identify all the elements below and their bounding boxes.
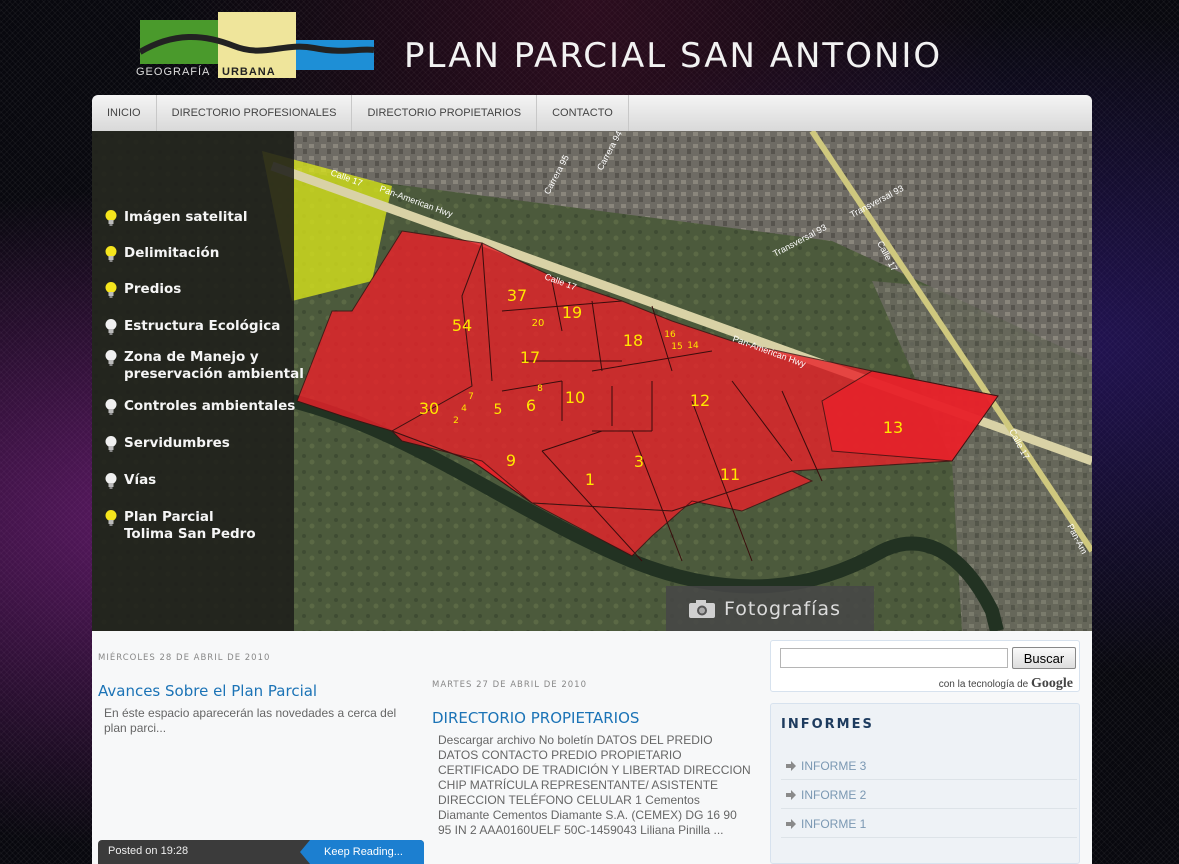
lightbulb-icon	[105, 510, 117, 526]
parcel-number: 2	[453, 416, 459, 426]
post-excerpt: En éste espacio aparecerán las novedades…	[104, 706, 397, 735]
google-logo: Google	[1031, 676, 1073, 691]
nav-inicio[interactable]: INICIO	[92, 95, 157, 131]
informe-link[interactable]: INFORME 2	[781, 781, 1077, 809]
post-footer-bar: Posted on 19:28 Keep Reading...	[98, 840, 424, 864]
parcel-number: 16	[664, 330, 676, 340]
photos-label: Fotografías	[724, 597, 841, 620]
post-2: martes 27 de abril de 2010 DIRECTORIO PR…	[432, 680, 752, 838]
map-menu-label: Delimitación	[124, 245, 220, 261]
informes-title: INFORMES	[781, 717, 874, 732]
map-menu-item[interactable]: Controles ambientales	[104, 398, 295, 416]
parcel-number: 1	[585, 470, 595, 489]
parcel-number: 9	[506, 451, 516, 470]
site-title: PLAN PARCIAL SAN ANTONIO	[404, 36, 943, 76]
post-date: martes 27 de abril de 2010	[432, 680, 587, 690]
post-1: miércoles 28 de abril de 2010 Avances So…	[98, 653, 418, 736]
parcel-number: 37	[507, 286, 527, 305]
arrow-right-icon	[786, 819, 796, 829]
informe-label: INFORME 1	[801, 817, 867, 831]
nav-contacto[interactable]: CONTACTO	[537, 95, 629, 131]
parcel-number: 54	[452, 316, 472, 335]
map-menu-label: Estructura Ecológica	[124, 318, 281, 334]
parcel-number: 19	[562, 303, 582, 322]
parcel-number: 13	[883, 418, 903, 437]
parcel-number: 6	[526, 396, 536, 415]
informe-label: INFORME 3	[801, 759, 867, 773]
parcel-number: 30	[419, 399, 439, 418]
lightbulb-icon	[105, 246, 117, 262]
informe-link[interactable]: INFORME 3	[781, 752, 1077, 780]
photos-button[interactable]: Fotografías	[666, 586, 874, 631]
lightbulb-icon	[105, 350, 117, 366]
map-menu-item[interactable]: Delimitación	[104, 245, 219, 263]
map-menu-label: Servidumbres	[124, 435, 230, 451]
lightbulb-icon	[105, 319, 117, 335]
arrow-right-icon	[786, 761, 796, 771]
parcel-number: 8	[537, 384, 543, 394]
nav-directorio-propietarios[interactable]: DIRECTORIO PROPIETARIOS	[352, 95, 538, 131]
map-banner: 54 37 20 19 17 18 16 15 14 30 7 4 2 5 6 8 10 12 13 9 1 3 11 Cal…	[92, 131, 1092, 631]
site-logo[interactable]: GEOGRAFÍA URBANA	[134, 12, 376, 80]
parcel-number: 18	[623, 331, 643, 350]
map-menu-item[interactable]: Plan Parcial Tolima San Pedro	[104, 509, 256, 543]
post-date: miércoles 28 de abril de 2010	[98, 653, 271, 663]
map-menu-item[interactable]: Zona de Manejo y preservación ambiental	[104, 349, 304, 383]
arrow-right-icon	[786, 790, 796, 800]
nav-directorio-profesionales[interactable]: DIRECTORIO PROFESIONALES	[157, 95, 353, 131]
map-menu-item[interactable]: Imágen satelital	[104, 209, 248, 227]
posted-time: Posted on 19:28	[108, 845, 189, 857]
parcel-number: 10	[565, 388, 585, 407]
informe-label: INFORME 2	[801, 788, 867, 802]
post-title-link[interactable]: Avances Sobre el Plan Parcial	[98, 682, 418, 700]
powered-by-text: con la tecnología de	[938, 679, 1029, 690]
parcel-number: 17	[520, 348, 540, 367]
logo-word-urbana: URBANA	[222, 66, 276, 78]
post-title-link[interactable]: DIRECTORIO PROPIETARIOS	[432, 709, 752, 727]
lightbulb-icon	[105, 210, 117, 226]
search-input[interactable]	[780, 648, 1008, 668]
search-widget: Buscar con la tecnología de Google	[770, 640, 1080, 692]
map-menu-item[interactable]: Predios	[104, 281, 181, 299]
content-area: miércoles 28 de abril de 2010 Avances So…	[92, 631, 1092, 864]
parcel-number: 20	[532, 318, 545, 329]
main-nav: INICIO DIRECTORIO PROFESIONALES DIRECTOR…	[92, 95, 1092, 131]
lightbulb-icon	[105, 399, 117, 415]
lightbulb-icon	[105, 473, 117, 489]
informe-link[interactable]: INFORME 1	[781, 810, 1077, 838]
parcel-number: 11	[720, 465, 740, 484]
powered-by-google: con la tecnología de Google	[939, 676, 1073, 692]
map-menu-item[interactable]: Vías	[104, 472, 156, 490]
map-menu-label: Vías	[124, 472, 157, 488]
parcel-number: 15	[671, 342, 682, 352]
map-menu-label: Plan Parcial Tolima San Pedro	[124, 509, 256, 542]
map-menu-label: Imágen satelital	[124, 209, 248, 225]
camera-icon	[689, 599, 715, 618]
parcel-number: 5	[494, 402, 503, 418]
parcel-number: 4	[461, 404, 467, 414]
logo-word-geografia: GEOGRAFÍA	[136, 66, 211, 78]
parcel-number: 12	[690, 391, 710, 410]
keep-reading-button[interactable]: Keep Reading...	[300, 840, 424, 864]
parcel-number: 14	[687, 341, 699, 351]
parcel-number: 3	[634, 452, 644, 471]
search-button[interactable]: Buscar	[1012, 647, 1076, 669]
informes-widget: INFORMES INFORME 3 INFORME 2 INFORME 1	[770, 703, 1080, 864]
post-excerpt: Descargar archivo No boletín DATOS DEL P…	[438, 733, 751, 837]
lightbulb-icon	[105, 282, 117, 298]
lightbulb-icon	[105, 436, 117, 452]
map-menu-label: Predios	[124, 281, 182, 297]
map-menu-item[interactable]: Servidumbres	[104, 435, 230, 453]
map-menu-label: Zona de Manejo y preservación ambiental	[124, 349, 304, 382]
map-menu-label: Controles ambientales	[124, 398, 296, 414]
parcel-number: 7	[468, 392, 474, 402]
map-menu-item[interactable]: Estructura Ecológica	[104, 318, 280, 336]
